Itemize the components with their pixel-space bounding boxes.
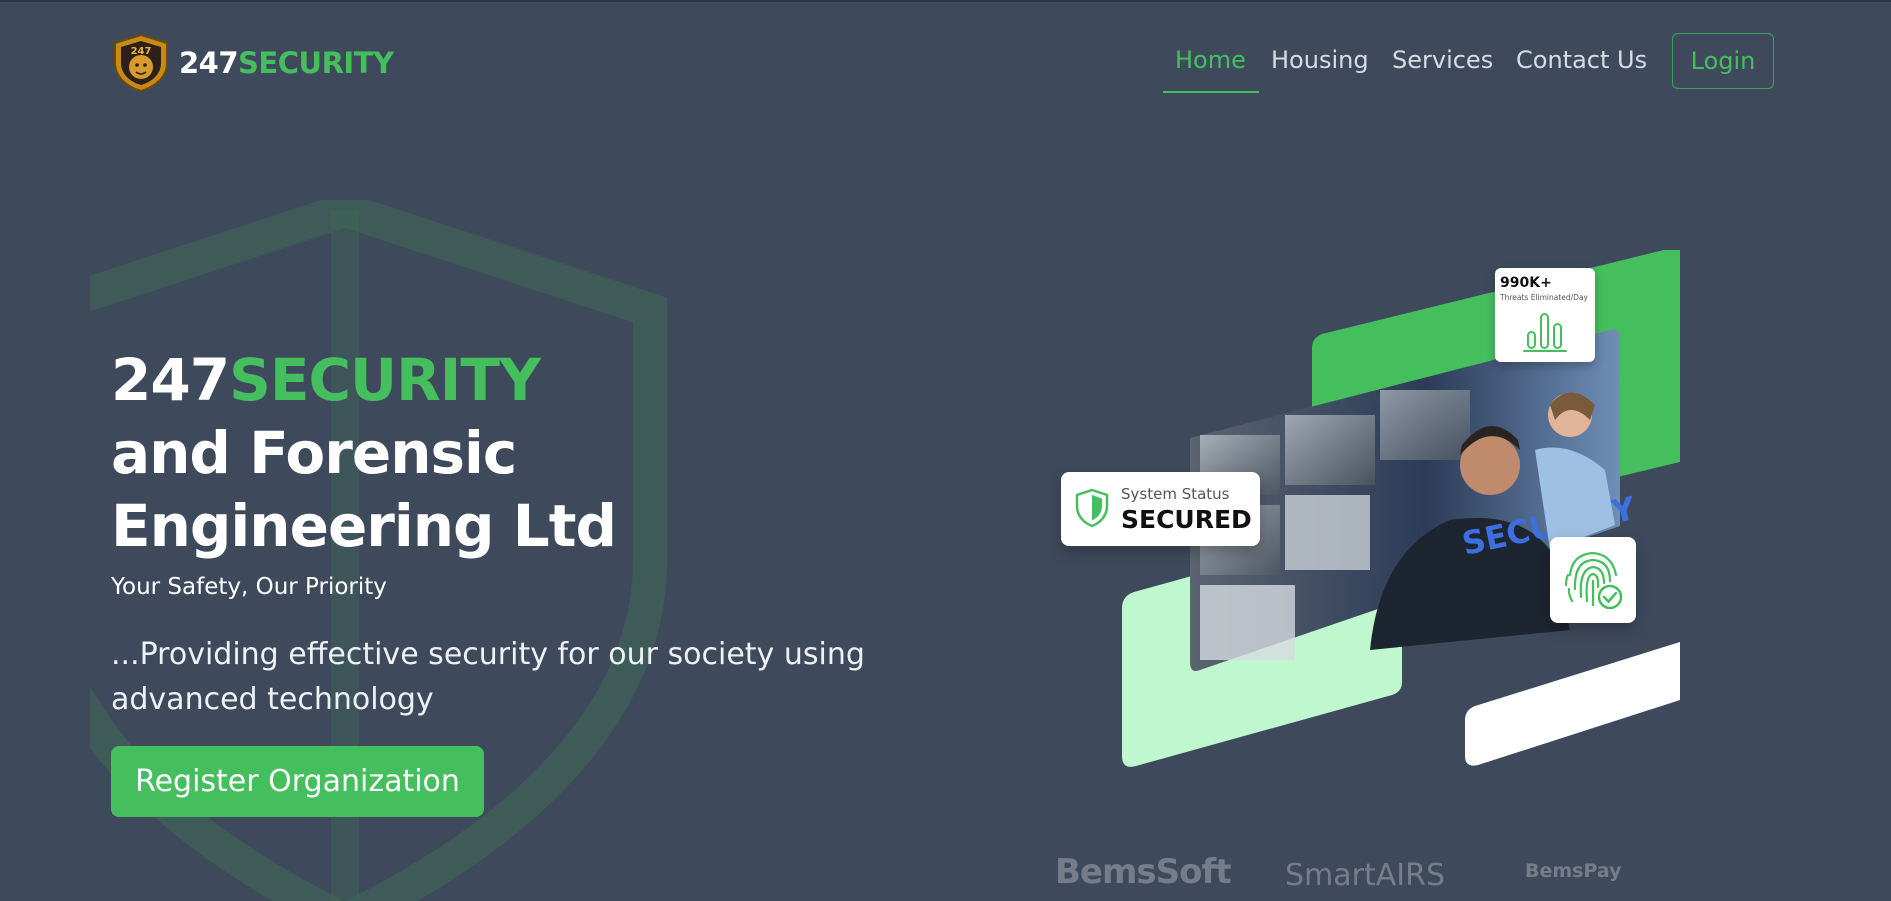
partner-logo-bemspay: BemsPay bbox=[1525, 860, 1622, 882]
brand[interactable]: 247 247SECURITY bbox=[111, 33, 394, 93]
svg-text:247: 247 bbox=[131, 46, 152, 57]
system-status-value: SECURED bbox=[1121, 505, 1252, 534]
partner-logo-smartairs: SmartAIRS bbox=[1285, 858, 1446, 893]
bar-chart-icon bbox=[1523, 313, 1567, 352]
nav-home[interactable]: Home bbox=[1175, 46, 1246, 74]
shield-icon bbox=[1075, 488, 1109, 528]
partner-logo-bemssoft: BemsSoft bbox=[1055, 852, 1232, 892]
fingerprint-check-icon bbox=[1564, 551, 1623, 610]
threats-eliminated-card: 990K+ Threats Eliminated/Day bbox=[1495, 268, 1595, 362]
system-status-card: System Status SECURED bbox=[1061, 472, 1260, 546]
hero-title: 247SECURITY and Forensic Engineering Ltd bbox=[111, 344, 617, 563]
site-header: 247 247SECURITY Home Housing Services Co… bbox=[0, 0, 1891, 110]
fingerprint-card bbox=[1550, 537, 1636, 623]
white-parallelogram-shape bbox=[1465, 642, 1680, 766]
hero-title-line1: 247SECURITY bbox=[111, 346, 541, 414]
threats-eliminated-value: 990K+ bbox=[1500, 275, 1552, 291]
partner-logos: BemsSoft SmartAIRS BemsPay bbox=[1055, 846, 1675, 901]
threats-eliminated-caption: Threats Eliminated/Day bbox=[1500, 293, 1588, 302]
brand-name: 247SECURITY bbox=[179, 46, 394, 80]
login-button[interactable]: Login bbox=[1672, 33, 1774, 89]
hero-tagline: Your Safety, Our Priority bbox=[111, 574, 387, 600]
hero-description: ...Providing effective security for our … bbox=[111, 637, 865, 717]
nav-active-underline bbox=[1163, 91, 1259, 93]
247-security-lion-badge-icon: 247 bbox=[114, 33, 168, 93]
system-status-label: System Status bbox=[1121, 485, 1230, 503]
nav-contact-us[interactable]: Contact Us bbox=[1516, 46, 1647, 74]
nav-services[interactable]: Services bbox=[1392, 46, 1493, 74]
hero-title-line3: Engineering Ltd bbox=[111, 492, 617, 560]
nav-housing[interactable]: Housing bbox=[1271, 46, 1369, 74]
register-organization-button[interactable]: Register Organization bbox=[111, 746, 484, 817]
hero-title-line2: and Forensic bbox=[111, 419, 517, 487]
